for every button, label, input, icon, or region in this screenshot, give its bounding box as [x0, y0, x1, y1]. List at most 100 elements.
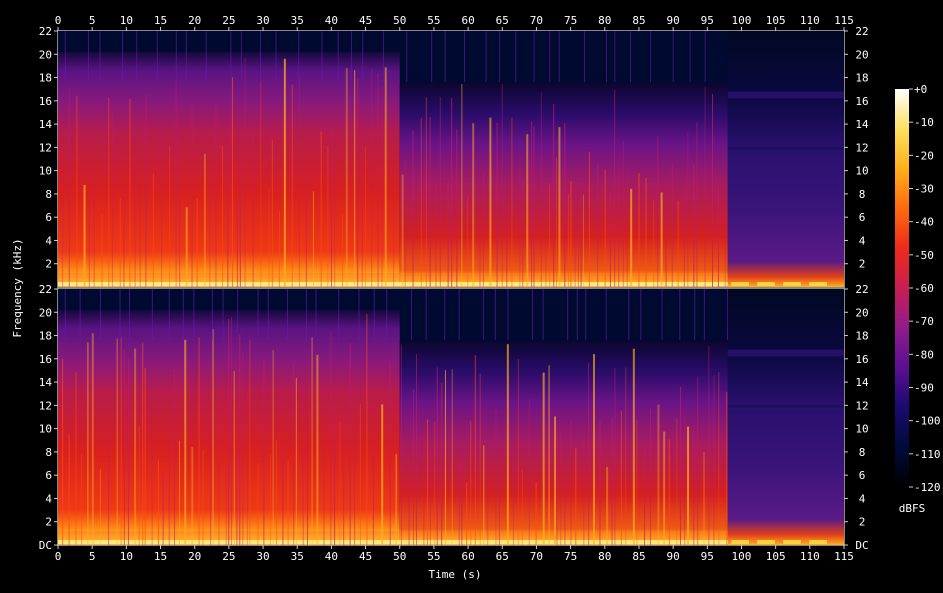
transient-streak	[653, 200, 655, 287]
colorbar-tick-label: -110	[914, 448, 941, 461]
x-tick-label-top: 40	[325, 14, 338, 27]
x-tick-label-top: 0	[55, 14, 62, 27]
transient-streak	[618, 169, 620, 287]
transient-streak	[152, 172, 154, 287]
transient-streak	[75, 372, 77, 545]
x-tick-label-top: 35	[291, 14, 304, 27]
transient-streak	[246, 385, 248, 545]
transient-top-line	[260, 31, 262, 83]
transient-streak	[570, 419, 572, 545]
x-tick-label-top: 45	[359, 14, 372, 27]
x-tick-label-bottom: 85	[632, 550, 645, 563]
transient-streak	[203, 153, 206, 287]
transient-streak	[583, 437, 585, 545]
transient-top-line	[458, 289, 460, 341]
transient-streak	[279, 211, 281, 287]
transient-streak	[330, 330, 332, 545]
transient-top-line	[286, 289, 288, 341]
transient-streak	[498, 474, 500, 545]
transient-top-line	[567, 289, 569, 341]
y-tick-label-left: 10	[39, 423, 52, 436]
transient-streak	[451, 98, 453, 288]
transient-streak	[554, 416, 557, 545]
y-tick-label-right: 6	[859, 211, 866, 224]
x-tick-label-bottom: 60	[461, 550, 474, 563]
x-tick-label-top: 25	[222, 14, 235, 27]
x-tick-label-top: 10	[120, 14, 133, 27]
transient-streak	[349, 343, 351, 545]
transient-top-line	[444, 289, 446, 341]
x-tick-label-bottom: 45	[359, 550, 372, 563]
transient-streak	[320, 131, 322, 287]
x-tick-label-bottom: 55	[427, 550, 440, 563]
transient-streak	[239, 334, 241, 545]
y-tick-label-right: 14	[855, 118, 869, 131]
transient-streak	[62, 358, 64, 545]
transient-streak	[111, 109, 113, 287]
transient-top-line	[156, 31, 158, 83]
transient-top-line	[628, 289, 630, 341]
y-tick-label-right: 20	[855, 48, 868, 61]
transient-streak	[252, 123, 254, 287]
colorbar-tick-label: +0	[914, 83, 927, 96]
x-tick-label-top: 115	[834, 14, 854, 27]
transient-streak	[526, 134, 529, 287]
transient-streak	[354, 422, 356, 545]
transient-top-line	[485, 31, 487, 83]
x-tick-label-bottom: 75	[564, 550, 577, 563]
transient-streak	[470, 420, 472, 545]
transient-streak	[564, 123, 566, 288]
transient-streak	[663, 431, 666, 545]
transient-top-line	[175, 31, 177, 83]
transient-streak	[306, 434, 308, 545]
transient-streak	[210, 378, 212, 545]
transient-top-line	[298, 31, 300, 83]
x-tick-label-bottom: 35	[291, 550, 304, 563]
transient-streak	[191, 446, 194, 545]
transient-streak	[202, 449, 204, 545]
transient-streak	[495, 409, 497, 545]
transient-streak	[479, 373, 481, 545]
transient-streak	[540, 92, 542, 287]
x-tick-label-top: 5	[89, 14, 96, 27]
transient-streak	[225, 467, 227, 545]
x-tick-label-top: 85	[632, 14, 645, 27]
transient-top-line	[350, 31, 352, 83]
x-tick-label-bottom: 30	[256, 550, 269, 563]
x-tick-label-bottom: 25	[222, 550, 235, 563]
transient-top-line	[321, 31, 323, 83]
transient-streak	[354, 70, 356, 287]
transient-streak	[609, 192, 611, 287]
transient-streak	[638, 173, 640, 287]
y-tick-label-right: 8	[859, 188, 866, 201]
transient-streak	[87, 342, 89, 545]
transient-top-line	[583, 31, 585, 83]
transient-top-line	[464, 31, 466, 83]
transient-streak	[420, 117, 422, 287]
y-tick-label-right: 4	[859, 492, 866, 505]
transient-streak	[592, 354, 595, 545]
colorbar-tick-label: -30	[914, 183, 934, 196]
transient-streak	[429, 452, 431, 545]
transient-streak	[580, 194, 582, 287]
transient-top-line	[614, 31, 616, 83]
x-tick-label-top: 55	[427, 14, 440, 27]
y-tick-label-right: 18	[855, 330, 868, 343]
transient-streak	[272, 350, 274, 545]
y-tick-label-right: 2	[859, 516, 866, 529]
transient-streak	[472, 123, 475, 287]
x-tick-label-top: 65	[496, 14, 509, 27]
transient-top-line	[515, 31, 517, 83]
y-tick-label-right: 10	[855, 165, 868, 178]
tail-band	[727, 407, 844, 412]
transient-streak	[295, 377, 297, 545]
transient-streak	[483, 445, 485, 545]
transient-top-line	[498, 31, 500, 83]
transient-streak	[625, 367, 627, 545]
tail-blip	[783, 540, 801, 544]
x-tick-label-bottom: 20	[188, 550, 201, 563]
transient-streak	[535, 482, 537, 545]
transient-streak	[323, 448, 325, 545]
transient-streak	[717, 185, 719, 287]
y-tick-label-left: 2	[45, 516, 52, 529]
